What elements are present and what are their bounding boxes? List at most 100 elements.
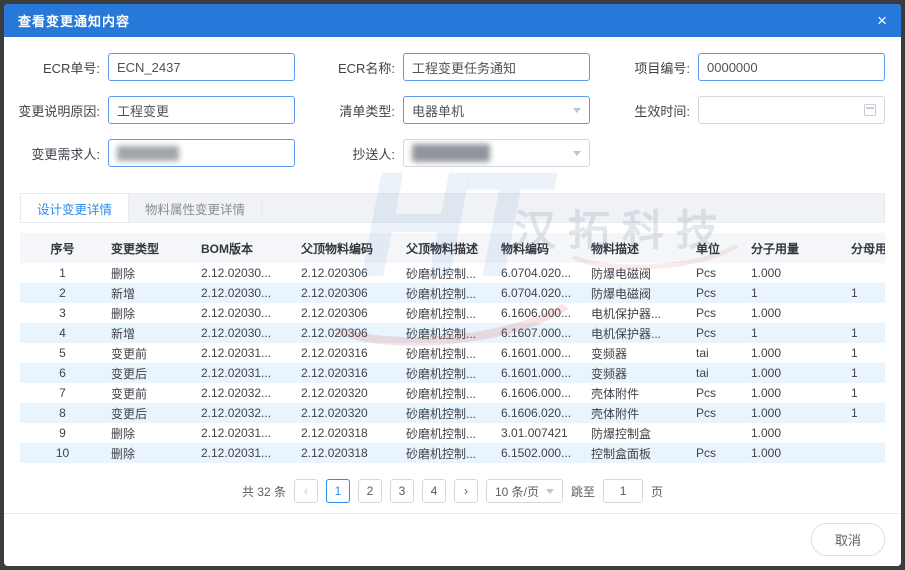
page-button[interactable]: 2 — [358, 479, 382, 503]
column-header: 父顶物料描述 — [400, 233, 495, 263]
tab-material-attr-change-detail[interactable]: 物料属性变更详情 — [129, 194, 262, 222]
table-cell: 控制盒面板 — [585, 443, 690, 463]
change-requester-input[interactable] — [108, 139, 295, 167]
table-cell: Pcs — [690, 443, 745, 463]
table-cell: 1.000 — [745, 363, 845, 383]
table-row[interactable]: 9删除2.12.02031...2.12.020318砂磨机控制...3.01.… — [20, 423, 885, 443]
table-cell: 3 — [20, 303, 105, 323]
effective-time-date-input[interactable] — [698, 96, 885, 124]
table-cell: 2 — [20, 283, 105, 303]
table-cell: 1 — [20, 263, 105, 283]
table-cell: 删除 — [105, 263, 195, 283]
table-cell: 删除 — [105, 423, 195, 443]
list-type-select[interactable]: 电器单机 — [403, 96, 590, 124]
table-cell: 砂磨机控制... — [400, 403, 495, 423]
table-cell: 2.12.020320 — [295, 403, 400, 423]
table-cell: 2.12.020318 — [295, 443, 400, 463]
table-cell: 2.12.02032... — [195, 383, 295, 403]
table-row[interactable]: 10删除2.12.02031...2.12.020318砂磨机控制...6.15… — [20, 443, 885, 463]
prev-page-button[interactable]: ‹ — [294, 479, 318, 503]
next-page-button[interactable]: › — [454, 479, 478, 503]
table-cell: 删除 — [105, 443, 195, 463]
table-cell: 1 — [845, 403, 885, 423]
cancel-button[interactable]: 取消 — [811, 523, 885, 556]
redacted-cc-value — [412, 144, 490, 162]
table-cell — [845, 303, 885, 323]
table-cell: 2.12.02031... — [195, 423, 295, 443]
cc-person-field: 抄送人: — [309, 139, 590, 167]
table-cell: 砂磨机控制... — [400, 343, 495, 363]
table-cell: 1 — [745, 283, 845, 303]
list-type-value: 电器单机 — [412, 101, 464, 120]
column-header: 单位 — [690, 233, 745, 263]
table-cell: 1.000 — [745, 303, 845, 323]
change-reason-value: 工程变更 — [117, 101, 169, 120]
table-cell: 10 — [20, 443, 105, 463]
column-header: BOM版本 — [195, 233, 295, 263]
table-cell: 2.12.020318 — [295, 423, 400, 443]
table-row[interactable]: 7变更前2.12.02032...2.12.020320砂磨机控制...6.16… — [20, 383, 885, 403]
table-cell: 2.12.020316 — [295, 343, 400, 363]
table-row[interactable]: 5变更前2.12.02031...2.12.020316砂磨机控制...6.16… — [20, 343, 885, 363]
page-button[interactable]: 1 — [326, 479, 350, 503]
table-cell: Pcs — [690, 383, 745, 403]
column-header: 父顶物料编码 — [295, 233, 400, 263]
table-body: 1删除2.12.02030...2.12.020306砂磨机控制...6.070… — [20, 263, 885, 463]
ecr-number-input[interactable]: ECN_2437 — [108, 53, 295, 81]
table-row[interactable]: 3删除2.12.02030...2.12.020306砂磨机控制...6.160… — [20, 303, 885, 323]
table-row[interactable]: 1删除2.12.02030...2.12.020306砂磨机控制...6.070… — [20, 263, 885, 283]
table-cell: 2.12.02030... — [195, 303, 295, 323]
column-header: 物料编码 — [495, 233, 585, 263]
dialog-header: 查看变更通知内容 × — [4, 4, 901, 37]
table-cell: 砂磨机控制... — [400, 443, 495, 463]
jump-page-input[interactable] — [603, 479, 643, 503]
change-detail-table: 序号变更类型BOM版本父顶物料编码父顶物料描述物料编码物料描述单位分子用量分母用… — [20, 233, 885, 463]
ecr-name-value: 工程变更任务通知 — [412, 58, 516, 77]
project-number-input[interactable]: 0000000 — [698, 53, 885, 81]
page-button[interactable]: 4 — [422, 479, 446, 503]
table-cell: tai — [690, 343, 745, 363]
jump-suffix-label: 页 — [651, 483, 663, 500]
change-reason-label: 变更说明原因: — [14, 101, 108, 120]
chevron-down-icon — [573, 151, 581, 156]
table-cell: 2.12.020306 — [295, 263, 400, 283]
page-button[interactable]: 3 — [390, 479, 414, 503]
effective-time-field: 生效时间: — [604, 96, 885, 124]
table-cell — [690, 423, 745, 443]
table-cell: 2.12.020316 — [295, 363, 400, 383]
pagination: 共 32 条 ‹ 1234 › 10 条/页 跳至 页 — [4, 479, 901, 503]
table-cell: 删除 — [105, 303, 195, 323]
detail-tabs: 设计变更详情 物料属性变更详情 — [20, 193, 885, 223]
table-cell: 2.12.02031... — [195, 443, 295, 463]
table-cell: 变更前 — [105, 343, 195, 363]
table-cell: 2.12.02030... — [195, 283, 295, 303]
form-spacer — [604, 139, 885, 167]
tab-design-change-detail[interactable]: 设计变更详情 — [21, 194, 129, 222]
change-reason-input[interactable]: 工程变更 — [108, 96, 295, 124]
table-row[interactable]: 4新增2.12.02030...2.12.020306砂磨机控制...6.160… — [20, 323, 885, 343]
table-cell: 2.12.02030... — [195, 323, 295, 343]
table-cell: 2.12.02030... — [195, 263, 295, 283]
table-cell: 1 — [845, 323, 885, 343]
table-row[interactable]: 8变更后2.12.02032...2.12.020320砂磨机控制...6.16… — [20, 403, 885, 423]
ecr-number-label: ECR单号: — [14, 58, 108, 77]
table-cell: Pcs — [690, 323, 745, 343]
table-row[interactable]: 2新增2.12.02030...2.12.020306砂磨机控制...6.070… — [20, 283, 885, 303]
table-cell: 防爆电磁阀 — [585, 263, 690, 283]
column-header: 分母用量 — [845, 233, 885, 263]
table-cell: Pcs — [690, 403, 745, 423]
list-type-field: 清单类型: 电器单机 — [309, 96, 590, 124]
total-count-label: 共 32 条 — [242, 483, 286, 500]
table-cell: 2.12.02031... — [195, 363, 295, 383]
table-cell: 6.1606.000... — [495, 383, 585, 403]
table-row[interactable]: 6变更后2.12.02031...2.12.020316砂磨机控制...6.16… — [20, 363, 885, 383]
table-cell: 2.12.02032... — [195, 403, 295, 423]
table-cell: 壳体附件 — [585, 403, 690, 423]
cc-person-select[interactable] — [403, 139, 590, 167]
table-cell: 砂磨机控制... — [400, 383, 495, 403]
list-type-label: 清单类型: — [309, 101, 403, 120]
ecr-name-input[interactable]: 工程变更任务通知 — [403, 53, 590, 81]
page-size-select[interactable]: 10 条/页 — [486, 479, 563, 503]
ecr-number-value: ECN_2437 — [117, 60, 181, 75]
close-icon[interactable]: × — [877, 12, 887, 29]
